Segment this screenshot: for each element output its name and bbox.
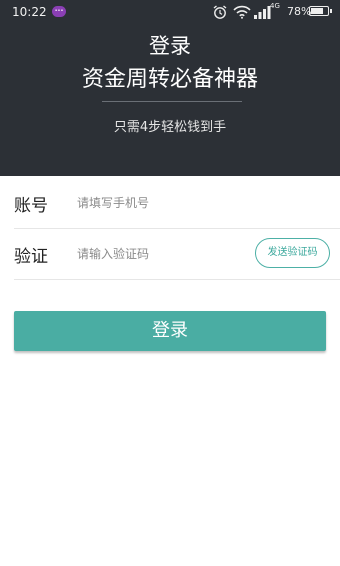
- page-tagline: 只需4步轻松钱到手: [113, 120, 227, 135]
- login-form: 账号 验证 发送验证码: [0, 176, 340, 280]
- login-button[interactable]: 登录: [14, 311, 326, 351]
- header-divider: [102, 101, 242, 102]
- code-label: 验证: [14, 247, 48, 267]
- code-row: 验证 发送验证码: [14, 229, 340, 280]
- battery-percent: 78%: [287, 5, 312, 18]
- account-label: 账号: [14, 196, 48, 216]
- battery-fill: [311, 8, 324, 14]
- page-subtitle: 资金周转必备神器: [81, 67, 258, 92]
- header: 10:22 ••• 4G 78% 登录 资金周转必备神器 只需4步轻松钱到手: [0, 0, 340, 176]
- verification-code-input[interactable]: [77, 243, 247, 265]
- status-bar: 10:22 ••• 4G 78%: [0, 0, 340, 24]
- page-title: 登录: [149, 34, 191, 58]
- battery-icon: [309, 6, 332, 16]
- alarm-icon: [213, 5, 227, 19]
- phone-input[interactable]: [77, 192, 247, 214]
- notification-icon: •••: [52, 6, 66, 17]
- account-row: 账号: [14, 178, 340, 229]
- network-type: 4G: [270, 2, 280, 10]
- signal-icon: [254, 6, 271, 19]
- send-code-button[interactable]: 发送验证码: [255, 238, 330, 268]
- status-time: 10:22: [12, 5, 47, 19]
- wifi-icon: [233, 5, 251, 19]
